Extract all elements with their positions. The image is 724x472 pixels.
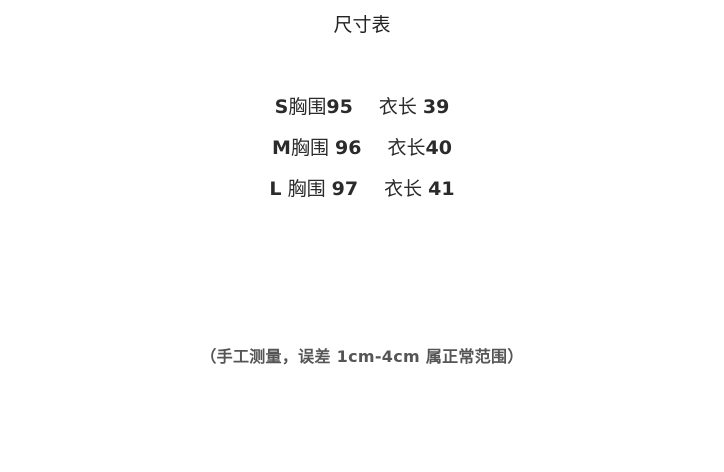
size-row-m: M胸围 96 衣长40: [0, 133, 724, 174]
length-value: 41: [428, 178, 455, 200]
size-code: M: [272, 137, 291, 159]
size-code: S: [274, 96, 289, 118]
length-label: 衣长: [387, 137, 426, 159]
length-label: 衣长: [384, 178, 423, 200]
length-label: 衣长: [378, 96, 417, 118]
chest-label: 胸围: [287, 178, 326, 200]
page-title: 尺寸表: [333, 14, 391, 36]
chest-value: 95: [326, 96, 353, 118]
measurement-note: （手工测量，误差 1cm-4cm 属正常范围）: [200, 347, 524, 366]
length-value: 40: [425, 137, 452, 159]
chest-label: 胸围: [290, 137, 329, 159]
chest-value: 96: [335, 137, 362, 159]
size-code: L: [269, 178, 282, 200]
chest-label: 胸围: [288, 96, 327, 118]
size-chart: S胸围95 衣长 39 M胸围 96 衣长40 L 胸围 97 衣长 41: [0, 92, 724, 215]
size-row-l: L 胸围 97 衣长 41: [0, 174, 724, 215]
size-row-s: S胸围95 衣长 39: [0, 92, 724, 133]
chest-value: 97: [331, 178, 359, 200]
length-value: 39: [422, 96, 450, 118]
